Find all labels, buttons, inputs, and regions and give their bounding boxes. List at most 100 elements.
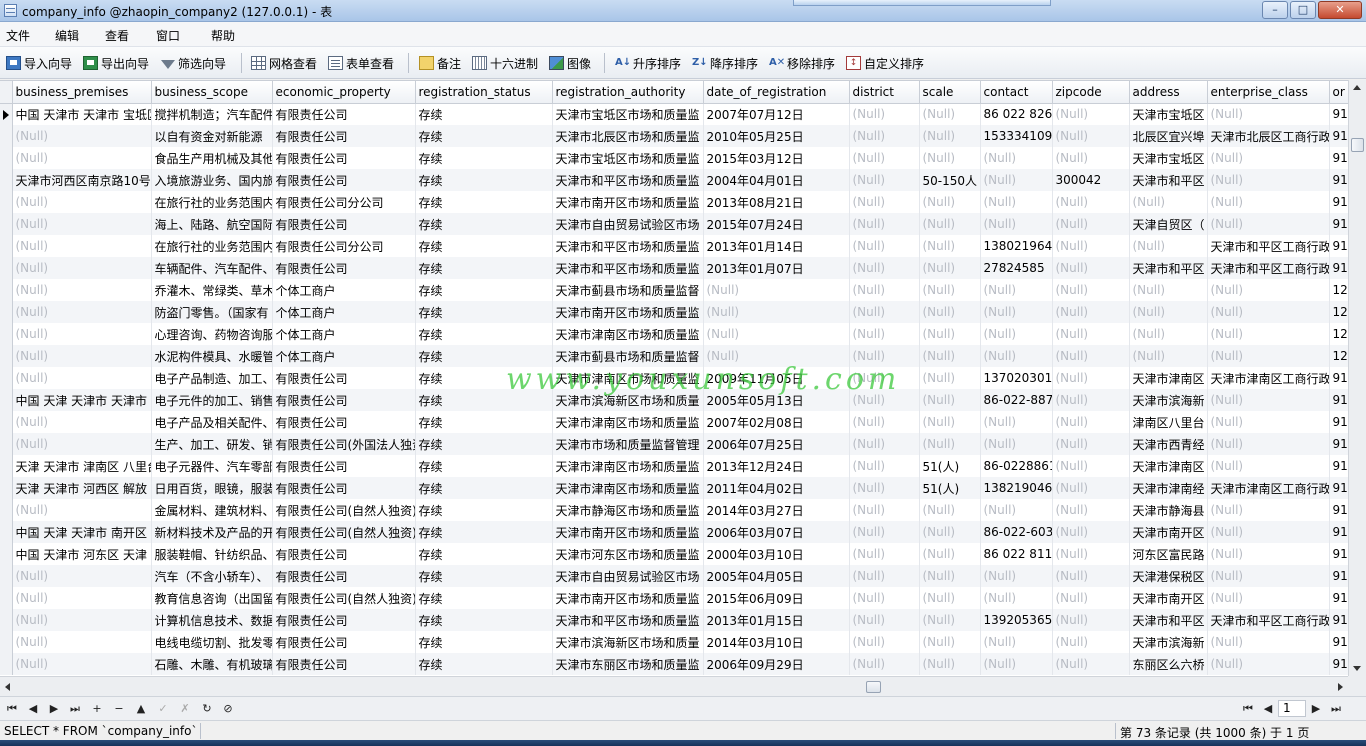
cell-scale[interactable]: (Null) — [919, 345, 981, 367]
vertical-scroll-thumb[interactable] — [1351, 138, 1364, 152]
first-record-button[interactable]: ⏮ — [4, 701, 20, 717]
cell-business-scope[interactable]: 乔灌木、常绿类、草木 — [151, 279, 273, 301]
cell-economic-property[interactable]: 有限责任公司(自然人独资) — [272, 521, 416, 543]
cell-zipcode[interactable]: (Null) — [1052, 235, 1130, 257]
row-indicator[interactable] — [0, 191, 13, 213]
cell-or[interactable]: 91 — [1329, 631, 1348, 653]
prev-page-button[interactable]: ◀ — [1260, 701, 1276, 717]
close-button[interactable]: ✕ — [1318, 1, 1362, 19]
cell-registration-authority[interactable]: 天津市南开区市场和质量监 — [552, 521, 704, 543]
cell-district[interactable]: (Null) — [849, 213, 920, 235]
menu-help[interactable]: 帮助 — [211, 27, 235, 44]
cell-address[interactable]: 津南区八里台 — [1129, 411, 1208, 433]
column-header-economic-property[interactable]: economic_property — [272, 81, 416, 104]
custom-sort-button[interactable]: ↕ 自定义排序 — [846, 54, 924, 72]
cell-contact[interactable]: (Null) — [980, 323, 1053, 345]
cell-registration-status[interactable]: 存续 — [415, 543, 553, 565]
cell-business-premises[interactable]: (Null) — [12, 587, 152, 609]
cell-registration-status[interactable]: 存续 — [415, 477, 553, 499]
remove-sort-button[interactable]: A✕ 移除排序 — [769, 54, 835, 72]
cell-address[interactable]: 天津市津南区 — [1129, 455, 1208, 477]
cell-contact[interactable]: 86 022 826 — [980, 103, 1053, 125]
cell-district[interactable]: (Null) — [849, 587, 920, 609]
cell-registration-authority[interactable]: 天津市和平区市场和质量监 — [552, 169, 704, 191]
cell-scale[interactable]: 51(人) — [919, 477, 981, 499]
cell-economic-property[interactable]: 个体工商户 — [272, 279, 416, 301]
cell-contact[interactable]: 1382190462 — [980, 477, 1053, 499]
cell-registration-authority[interactable]: 天津市东丽区市场和质量监 — [552, 653, 704, 675]
cell-zipcode[interactable]: 300042 — [1052, 169, 1130, 191]
cell-scale[interactable]: (Null) — [919, 279, 981, 301]
cell-business-scope[interactable]: 生产、加工、研发、销 — [151, 433, 273, 455]
cell-registration-authority[interactable]: 天津市津南区市场和质量监 — [552, 323, 704, 345]
cell-address[interactable]: 天津市和平区 — [1129, 169, 1208, 191]
table-row[interactable]: (Null) 电子产品制造、加工、 有限责任公司 存续 天津市津南区市场和质量监 2009… — [0, 367, 1348, 389]
maximize-button[interactable]: □ — [1290, 1, 1316, 19]
cell-business-scope[interactable]: 以自有资金对新能源 — [151, 125, 273, 147]
cell-contact[interactable]: 1533341099 — [980, 125, 1053, 147]
cell-date-of-registration[interactable]: 2013年01月07日 — [703, 257, 850, 279]
cell-business-premises[interactable]: (Null) — [12, 609, 152, 631]
cell-address[interactable]: 天津市滨海新 — [1129, 631, 1208, 653]
cell-zipcode[interactable]: (Null) — [1052, 411, 1130, 433]
cell-or[interactable]: 91 — [1329, 147, 1348, 169]
cell-business-premises[interactable]: (Null) — [12, 213, 152, 235]
cell-date-of-registration[interactable]: 2013年01月15日 — [703, 609, 850, 631]
stop-button[interactable]: ⊘ — [220, 701, 236, 717]
column-header-registration-authority[interactable]: registration_authority — [552, 81, 704, 104]
cell-contact[interactable]: 1370203013 — [980, 367, 1053, 389]
cell-registration-status[interactable]: 存续 — [415, 103, 553, 125]
cell-or[interactable]: 91 — [1329, 587, 1348, 609]
cell-business-scope[interactable]: 日用百货，眼镜，服装 — [151, 477, 273, 499]
cell-business-premises[interactable]: (Null) — [12, 565, 152, 587]
row-indicator[interactable] — [0, 103, 13, 125]
cell-scale[interactable]: (Null) — [919, 565, 981, 587]
cell-zipcode[interactable]: (Null) — [1052, 213, 1130, 235]
cell-zipcode[interactable]: (Null) — [1052, 257, 1130, 279]
cell-scale[interactable]: (Null) — [919, 235, 981, 257]
data-grid[interactable]: business_premises business_scope economic_… — [0, 80, 1348, 676]
row-indicator[interactable] — [0, 521, 13, 543]
row-indicator[interactable] — [0, 477, 13, 499]
cell-zipcode[interactable]: (Null) — [1052, 301, 1130, 323]
row-indicator[interactable] — [0, 565, 13, 587]
cell-business-premises[interactable]: (Null) — [12, 235, 152, 257]
cell-registration-status[interactable]: 存续 — [415, 125, 553, 147]
cell-economic-property[interactable]: 有限责任公司 — [272, 389, 416, 411]
table-row[interactable]: (Null) 汽车（不含小轿车）、 有限责任公司 存续 天津市自由贸易试验区市场 2005… — [0, 565, 1348, 587]
cell-enterprise-class[interactable]: (Null) — [1207, 499, 1330, 521]
cell-registration-authority[interactable]: 天津市市场和质量监督管理 — [552, 433, 704, 455]
cell-business-premises[interactable]: (Null) — [12, 323, 152, 345]
table-row[interactable]: (Null) 金属材料、建筑材料、 有限责任公司(自然人独资) 存续 天津市静海区市场和… — [0, 499, 1348, 521]
cell-registration-status[interactable]: 存续 — [415, 279, 553, 301]
cell-date-of-registration[interactable]: 2011年04月02日 — [703, 477, 850, 499]
cell-enterprise-class[interactable]: (Null) — [1207, 323, 1330, 345]
cell-address[interactable]: 东丽区么六桥 — [1129, 653, 1208, 675]
cell-scale[interactable]: (Null) — [919, 631, 981, 653]
cell-district[interactable]: (Null) — [849, 257, 920, 279]
cell-address[interactable]: 天津市南开区 — [1129, 521, 1208, 543]
row-indicator[interactable] — [0, 411, 13, 433]
cell-address[interactable]: (Null) — [1129, 191, 1208, 213]
last-page-button[interactable]: ⏭ — [1328, 701, 1344, 717]
cell-enterprise-class[interactable]: 天津市津南区工商行政 — [1207, 367, 1330, 389]
column-header-scale[interactable]: scale — [919, 81, 981, 104]
cell-registration-authority[interactable]: 天津市河东区市场和质量监 — [552, 543, 704, 565]
cell-business-premises[interactable]: (Null) — [12, 653, 152, 675]
cell-or[interactable]: 91 — [1329, 653, 1348, 675]
cell-district[interactable]: (Null) — [849, 323, 920, 345]
cell-or[interactable]: 91 — [1329, 609, 1348, 631]
sort-asc-button[interactable]: A↓ 升序排序 — [615, 54, 681, 72]
cell-contact[interactable]: (Null) — [980, 169, 1053, 191]
cell-zipcode[interactable]: (Null) — [1052, 587, 1130, 609]
cell-zipcode[interactable]: (Null) — [1052, 147, 1130, 169]
cell-address[interactable]: 天津自贸区（ — [1129, 213, 1208, 235]
table-row[interactable]: (Null) 防盗门零售。（国家有 个体工商户 存续 天津市南开区市场和质量监 (Null… — [0, 301, 1348, 323]
cell-business-premises[interactable]: (Null) — [12, 279, 152, 301]
row-indicator[interactable] — [0, 433, 13, 455]
cell-or[interactable]: 91 — [1329, 235, 1348, 257]
cell-economic-property[interactable]: 有限责任公司 — [272, 653, 416, 675]
table-row[interactable]: (Null) 在旅行社的业务范围内 有限责任公司分公司 存续 天津市和平区市场和质量监 2… — [0, 235, 1348, 257]
cell-registration-status[interactable]: 存续 — [415, 499, 553, 521]
cell-economic-property[interactable]: 有限责任公司 — [272, 543, 416, 565]
